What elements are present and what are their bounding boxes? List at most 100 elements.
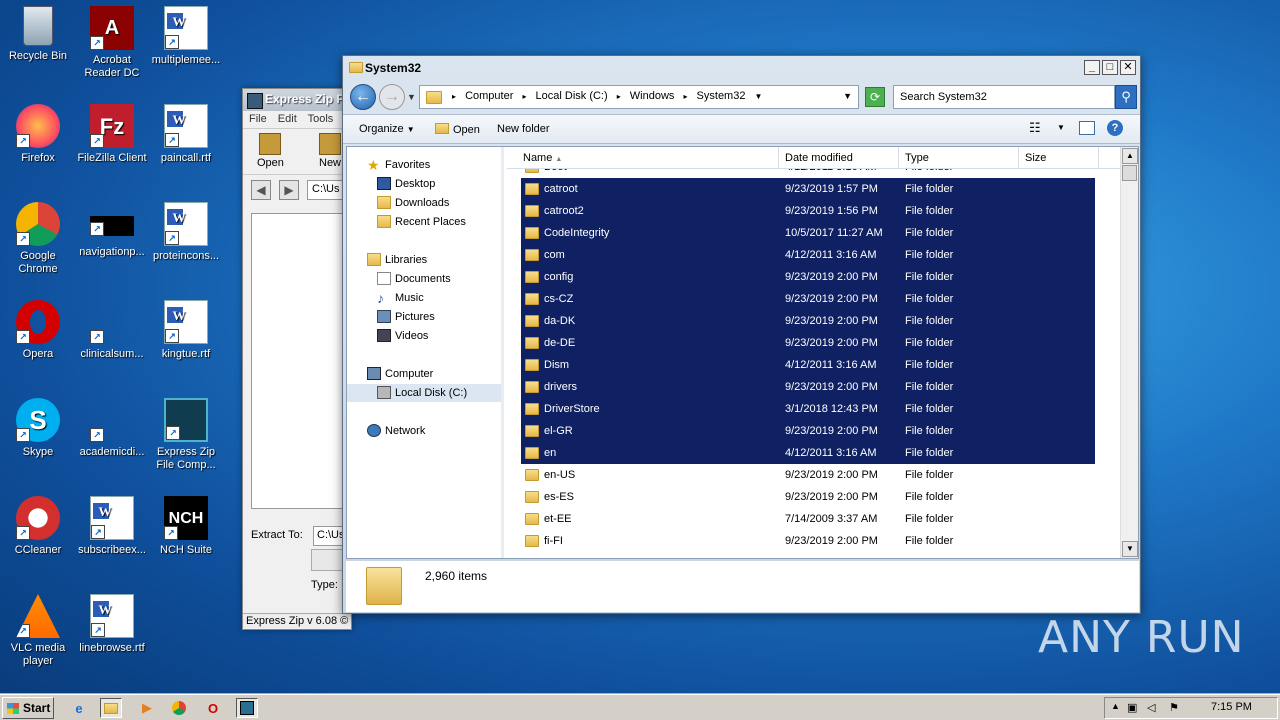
- ie-icon[interactable]: e: [68, 698, 90, 718]
- desktop-icon-subscribeex[interactable]: W ↗ subscribeex...: [74, 496, 150, 557]
- vertical-scrollbar[interactable]: ▲ ▼: [1120, 147, 1138, 558]
- new-button[interactable]: New: [319, 133, 341, 169]
- open-button[interactable]: Open: [257, 133, 284, 169]
- new-folder-button[interactable]: New folder: [497, 123, 550, 135]
- search-input[interactable]: Search System32: [893, 85, 1115, 109]
- menu-tools[interactable]: Tools: [308, 113, 334, 125]
- scroll-thumb[interactable]: [1122, 165, 1137, 181]
- clock[interactable]: 7:15 PM: [1211, 701, 1252, 713]
- table-row[interactable]: catroot 9/23/2019 1:57 PM File folder: [507, 178, 1120, 200]
- nav-libraries[interactable]: Libraries: [347, 251, 501, 269]
- table-row[interactable]: el-GR 9/23/2019 2:00 PM File folder: [507, 420, 1120, 442]
- minimize-button[interactable]: _: [1084, 60, 1100, 75]
- organize-button[interactable]: Organize ▼: [359, 123, 415, 135]
- desktop-icon-opera[interactable]: ↗ Opera: [0, 300, 76, 361]
- start-button[interactable]: Start: [2, 697, 54, 719]
- desktop-icon-multiplemee[interactable]: W ↗ multiplemee...: [148, 6, 224, 67]
- back-button[interactable]: ←: [350, 84, 376, 110]
- desktop-icon-paincall-rtf[interactable]: W ↗ paincall.rtf: [148, 104, 224, 165]
- media-player-icon[interactable]: ▶: [136, 698, 158, 718]
- desktop-icon-express-zip-file-comp[interactable]: ↗ Express Zip File Comp...: [148, 398, 224, 472]
- open-button[interactable]: Open: [435, 123, 480, 136]
- nav-documents[interactable]: Documents: [347, 270, 501, 288]
- table-row[interactable]: es-ES 9/23/2019 2:00 PM File folder: [507, 486, 1120, 508]
- flag-icon[interactable]: ⚑: [1169, 701, 1179, 714]
- nav-downloads[interactable]: Downloads: [347, 194, 501, 212]
- table-row[interactable]: com 4/12/2011 3:16 AM File folder: [507, 244, 1120, 266]
- file-list[interactable]: Boot4/12/2011 3:16 AMFile foldercatroot9…: [507, 147, 1120, 558]
- explorer-taskbar-icon[interactable]: [100, 698, 122, 718]
- volume-icon[interactable]: ◁: [1147, 701, 1155, 714]
- table-row[interactable]: DriverStore 3/1/2018 12:43 PM File folder: [507, 398, 1120, 420]
- menu-file[interactable]: File: [249, 113, 267, 125]
- breadcrumb-arrow-icon[interactable]: ▸: [522, 92, 526, 101]
- table-row[interactable]: en-US 9/23/2019 2:00 PM File folder: [507, 464, 1120, 486]
- desktop-icon-academicdi[interactable]: ↗ academicdi...: [74, 398, 150, 459]
- close-button[interactable]: ✕: [1120, 60, 1136, 75]
- breadcrumb-arrow-icon[interactable]: ▸: [683, 92, 687, 101]
- nav-videos[interactable]: Videos: [347, 327, 501, 345]
- network-tray-icon[interactable]: ▣: [1127, 701, 1137, 714]
- desktop-icon-linebrowse-rtf[interactable]: W ↗ linebrowse.rtf: [74, 594, 150, 655]
- table-row[interactable]: de-DE 9/23/2019 2:00 PM File folder: [507, 332, 1120, 354]
- column-size[interactable]: Size: [1019, 147, 1099, 169]
- desktop-icon-filezilla-client[interactable]: Fz ↗ FileZilla Client: [74, 104, 150, 165]
- show-hidden-icons[interactable]: ▲: [1111, 701, 1120, 711]
- preview-pane-icon[interactable]: [1079, 121, 1095, 135]
- desktop-icon-firefox[interactable]: ↗ Firefox: [0, 104, 76, 165]
- desktop-icon-recycle-bin[interactable]: Recycle Bin: [0, 6, 76, 63]
- column-name[interactable]: Name ▲: [517, 147, 779, 169]
- desktop-icon-skype[interactable]: S ↗ Skype: [0, 398, 76, 459]
- desktop-icon-nch-suite[interactable]: NCH ↗ NCH Suite: [148, 496, 224, 557]
- ez-back-button[interactable]: ◀: [251, 180, 271, 200]
- scroll-up-icon[interactable]: ▲: [1122, 148, 1138, 164]
- table-row[interactable]: da-DK 9/23/2019 2:00 PM File folder: [507, 310, 1120, 332]
- desktop-icon-clinicalsum[interactable]: ↗ clinicalsum...: [74, 300, 150, 361]
- express-zip-window[interactable]: Express Zip Fi File Edit Tools Open New …: [242, 88, 361, 630]
- table-row[interactable]: config 9/23/2019 2:00 PM File folder: [507, 266, 1120, 288]
- view-dropdown-icon[interactable]: ▼: [1057, 123, 1065, 132]
- nav-pictures[interactable]: Pictures: [347, 308, 501, 326]
- menu-edit[interactable]: Edit: [278, 113, 297, 125]
- column-date[interactable]: Date modified: [779, 147, 899, 169]
- table-row[interactable]: et-EE 7/14/2009 3:37 AM File folder: [507, 508, 1120, 530]
- express-zip-taskbar-icon[interactable]: [236, 698, 258, 718]
- chrome-icon[interactable]: [168, 698, 190, 718]
- nav-computer[interactable]: Computer: [347, 365, 501, 383]
- table-row[interactable]: Dism 4/12/2011 3:16 AM File folder: [507, 354, 1120, 376]
- view-options-icon[interactable]: ☷: [1029, 120, 1041, 136]
- scroll-down-icon[interactable]: ▼: [1122, 541, 1138, 557]
- history-dropdown-icon[interactable]: ▼: [407, 92, 416, 102]
- breadcrumb-local-disk[interactable]: Local Disk (C:): [536, 90, 608, 102]
- desktop-icon-ccleaner[interactable]: ↗ CCleaner: [0, 496, 76, 557]
- address-dropdown-icon[interactable]: ▼: [843, 91, 852, 101]
- refresh-icon[interactable]: ⟳: [865, 87, 885, 107]
- express-zip-title[interactable]: Express Zip Fi: [243, 89, 351, 111]
- explorer-titlebar[interactable]: System32 _ □ ✕: [343, 56, 1140, 80]
- table-row[interactable]: cs-CZ 9/23/2019 2:00 PM File folder: [507, 288, 1120, 310]
- breadcrumb-arrow-icon[interactable]: ▸: [452, 92, 456, 101]
- nav-recent-places[interactable]: Recent Places: [347, 213, 501, 231]
- ez-forward-button[interactable]: ▶: [279, 180, 299, 200]
- maximize-button[interactable]: □: [1102, 60, 1118, 75]
- breadcrumb-system32[interactable]: System32: [697, 90, 746, 102]
- desktop-icon-navigationp[interactable]: ↗ navigationp...: [74, 202, 150, 259]
- table-row[interactable]: CodeIntegrity 10/5/2017 11:27 AM File fold…: [507, 222, 1120, 244]
- table-row[interactable]: catroot2 9/23/2019 1:56 PM File folder: [507, 200, 1120, 222]
- desktop-icon-vlc-media-player[interactable]: ↗ VLC media player: [0, 594, 76, 668]
- desktop-icon-acrobat-reader-dc[interactable]: A ↗ Acrobat Reader DC: [74, 6, 150, 80]
- nav-desktop[interactable]: Desktop: [347, 175, 501, 193]
- breadcrumb-arrow-icon[interactable]: ▸: [617, 92, 621, 101]
- nav-favorites[interactable]: ★ Favorites: [347, 156, 501, 174]
- column-type[interactable]: Type: [899, 147, 1019, 169]
- search-icon[interactable]: ⚲: [1115, 85, 1137, 109]
- help-icon[interactable]: ?: [1107, 120, 1123, 136]
- breadcrumb-windows[interactable]: Windows: [630, 90, 675, 102]
- breadcrumb-computer[interactable]: Computer: [465, 90, 513, 102]
- explorer-window[interactable]: System32 _ □ ✕ ← → ▼ ▸ Computer ▸ Local …: [342, 55, 1141, 614]
- address-bar[interactable]: ▸ Computer ▸ Local Disk (C:) ▸ Windows ▸…: [419, 85, 859, 109]
- desktop-icon-google-chrome[interactable]: ↗ Google Chrome: [0, 202, 76, 276]
- opera-icon[interactable]: O: [202, 698, 224, 718]
- forward-button[interactable]: →: [379, 84, 405, 110]
- nav-music[interactable]: ♪ Music: [347, 289, 501, 307]
